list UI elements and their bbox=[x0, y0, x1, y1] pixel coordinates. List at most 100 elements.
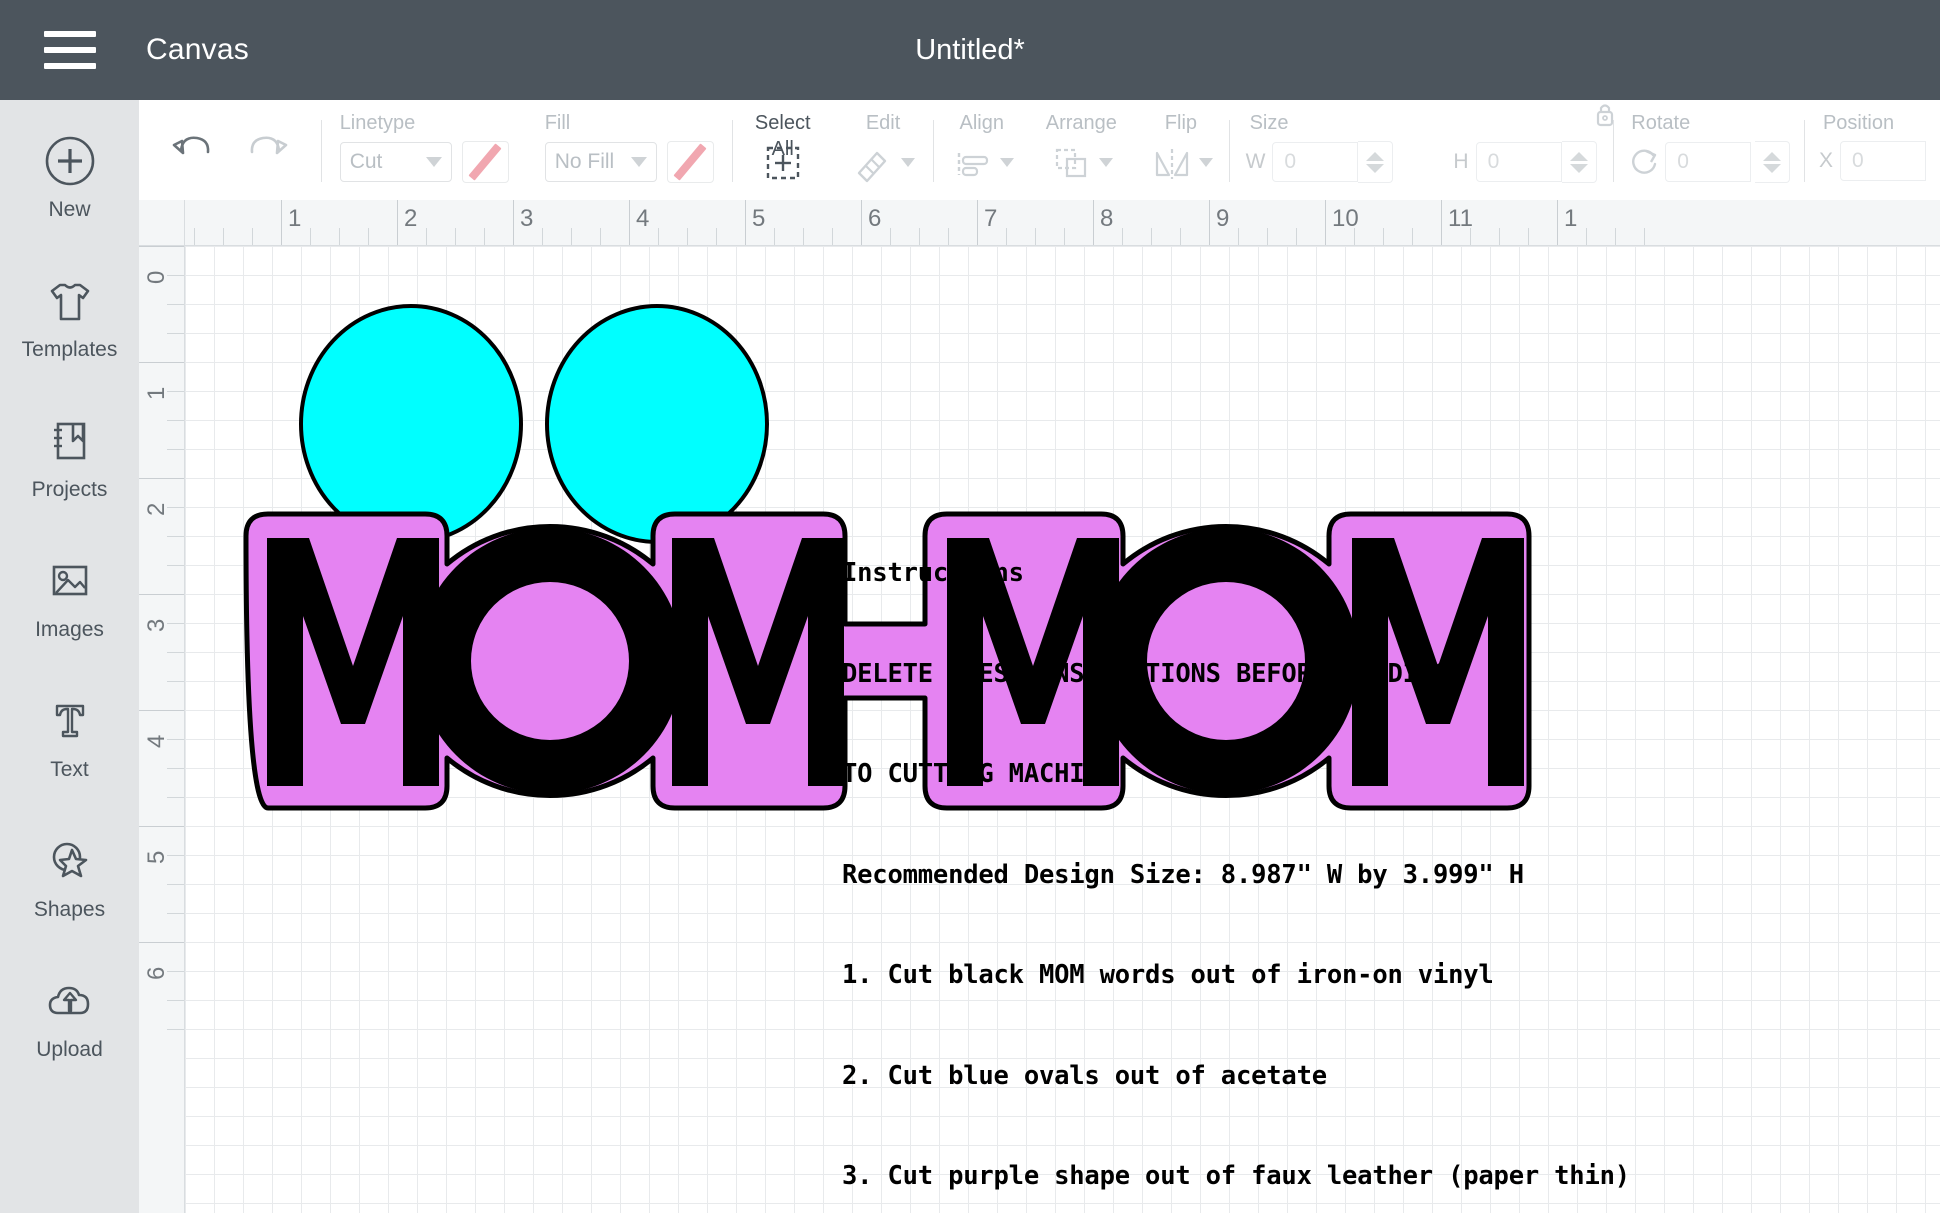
height-input[interactable]: 0 bbox=[1475, 142, 1562, 182]
sidebar-label-projects: Projects bbox=[31, 477, 108, 501]
ruler-number: 1 bbox=[143, 386, 170, 400]
linetype-color-swatch[interactable] bbox=[461, 141, 509, 183]
stepper-down-icon bbox=[1569, 163, 1588, 173]
ruler-tick-minor bbox=[167, 449, 184, 450]
rotate-stepper[interactable] bbox=[1755, 141, 1791, 183]
ruler-tick-minor bbox=[167, 1029, 184, 1030]
ruler-tick-minor bbox=[167, 304, 184, 305]
fill-color-swatch[interactable] bbox=[666, 141, 714, 183]
chevron-down-icon[interactable] bbox=[1099, 157, 1114, 167]
arrange-icon[interactable] bbox=[1049, 141, 1095, 183]
ruler-tick-major bbox=[139, 362, 184, 363]
rotate-input[interactable]: 0 bbox=[1665, 142, 1752, 182]
ruler-tick-minor bbox=[1180, 228, 1181, 245]
hamburger-menu-icon[interactable] bbox=[44, 31, 96, 69]
position-group: Position X 0 bbox=[1805, 100, 1940, 200]
undo-redo-group bbox=[139, 128, 321, 168]
sidebar-item-new[interactable]: New bbox=[0, 106, 139, 246]
linetype-select[interactable]: Cut bbox=[339, 142, 452, 182]
canvas-area[interactable]: 012345678910111 0123456 bbox=[139, 200, 1940, 1213]
sidebar-item-templates[interactable]: Templates bbox=[0, 246, 139, 386]
instructions-line-2: TO CUTTING MACHINE bbox=[842, 759, 1115, 789]
redo-arrow-icon[interactable] bbox=[245, 128, 291, 168]
ruler-tick-minor bbox=[252, 228, 253, 245]
flip-icon[interactable] bbox=[1149, 141, 1195, 183]
ruler-tick-minor bbox=[484, 228, 485, 245]
ruler-tick-major bbox=[139, 246, 184, 247]
ruler-tick-minor bbox=[167, 855, 184, 856]
hamburger-line bbox=[44, 31, 96, 37]
horizontal-ruler[interactable]: 012345678910111 bbox=[139, 200, 1940, 246]
chevron-down-icon bbox=[425, 157, 442, 167]
width-input[interactable]: 0 bbox=[1272, 142, 1359, 182]
undo-arrow-icon[interactable] bbox=[169, 128, 215, 168]
rotate-label: Rotate bbox=[1631, 112, 1691, 134]
edit-group: Edit bbox=[833, 100, 933, 200]
instructions-heading: Instructions bbox=[842, 558, 1024, 588]
hamburger-line bbox=[44, 47, 96, 53]
rotate-icon[interactable] bbox=[1627, 145, 1661, 179]
ruler-tick-minor bbox=[167, 884, 184, 885]
align-icon[interactable] bbox=[950, 141, 996, 183]
align-label: Align bbox=[959, 112, 1004, 134]
chevron-down-icon[interactable] bbox=[1198, 157, 1213, 167]
ruler-tick-minor bbox=[948, 228, 949, 245]
ruler-tick-minor bbox=[832, 228, 833, 245]
sidebar-item-shapes[interactable]: Shapes bbox=[0, 806, 139, 946]
tshirt-icon bbox=[50, 283, 89, 320]
vertical-ruler[interactable]: 0 1 2 3 4 5 6 bbox=[139, 246, 185, 1213]
ruler-tick-minor bbox=[167, 652, 184, 653]
document-title: Untitled* bbox=[915, 33, 1025, 66]
select-all-group: Select All bbox=[732, 100, 833, 200]
sidebar-item-text[interactable]: Text bbox=[0, 666, 139, 806]
ruler-tick-minor bbox=[167, 1000, 184, 1001]
arrange-group: Arrange bbox=[1030, 100, 1133, 200]
ruler-number: 1 bbox=[288, 205, 302, 232]
canvas-label[interactable]: Canvas bbox=[146, 33, 249, 67]
linetype-group: Linetype Cut bbox=[322, 100, 527, 200]
sidebar-item-projects[interactable]: Projects bbox=[0, 386, 139, 526]
flip-label: Flip bbox=[1164, 112, 1198, 134]
ruler-tick-minor bbox=[542, 228, 543, 245]
shapes-star-circle-icon bbox=[52, 842, 87, 877]
fill-select[interactable]: No Fill bbox=[544, 142, 657, 182]
ruler-tick-minor bbox=[1644, 228, 1645, 245]
height-label: H bbox=[1453, 150, 1469, 173]
chevron-down-icon bbox=[630, 157, 647, 167]
sidebar-item-upload[interactable]: Upload bbox=[0, 946, 139, 1086]
ruler-number: 4 bbox=[636, 205, 650, 232]
sidebar-item-images[interactable]: Images bbox=[0, 526, 139, 666]
ruler-number: 6 bbox=[143, 966, 170, 980]
ruler-number: 8 bbox=[1100, 205, 1114, 232]
instructions-text-block[interactable]: Instructions DELETE THESE INSTRUCTIONS B… bbox=[842, 490, 1630, 1213]
position-x-input[interactable]: 0 bbox=[1839, 141, 1926, 181]
ruler-number: 11 bbox=[1448, 205, 1473, 232]
sidebar-label-images: Images bbox=[35, 617, 104, 641]
ruler-tick-minor bbox=[687, 228, 688, 245]
align-group: Align bbox=[934, 100, 1030, 200]
stepper-down-icon bbox=[1366, 163, 1385, 173]
sidebar-label-upload: Upload bbox=[36, 1037, 103, 1061]
height-stepper[interactable] bbox=[1561, 141, 1597, 183]
width-stepper[interactable] bbox=[1358, 141, 1394, 183]
ruler-tick-minor bbox=[167, 391, 184, 392]
ruler-tick-minor bbox=[600, 228, 601, 245]
chevron-down-icon[interactable] bbox=[901, 157, 916, 167]
ruler-number: 4 bbox=[143, 734, 170, 748]
sidebar-label-shapes: Shapes bbox=[33, 897, 106, 921]
ruler-tick-minor bbox=[1615, 228, 1616, 245]
stepper-up-icon bbox=[1366, 151, 1385, 161]
linetype-label: Linetype bbox=[339, 112, 416, 134]
ruler-tick-minor bbox=[1151, 228, 1152, 245]
ruler-tick-minor bbox=[167, 507, 184, 508]
ruler-tick-minor bbox=[919, 228, 920, 245]
ruler-number: 1 bbox=[1564, 205, 1578, 232]
ruler-tick-minor bbox=[890, 228, 891, 245]
select-all-icon[interactable] bbox=[760, 142, 806, 184]
instructions-line-5: 2. Cut blue ovals out of acetate bbox=[842, 1060, 1327, 1091]
ruler-tick-minor bbox=[716, 228, 717, 245]
ruler-tick-minor bbox=[1122, 228, 1123, 245]
edit-wand-icon[interactable] bbox=[851, 141, 897, 183]
ruler-tick-major bbox=[139, 942, 184, 943]
chevron-down-icon[interactable] bbox=[999, 157, 1014, 167]
